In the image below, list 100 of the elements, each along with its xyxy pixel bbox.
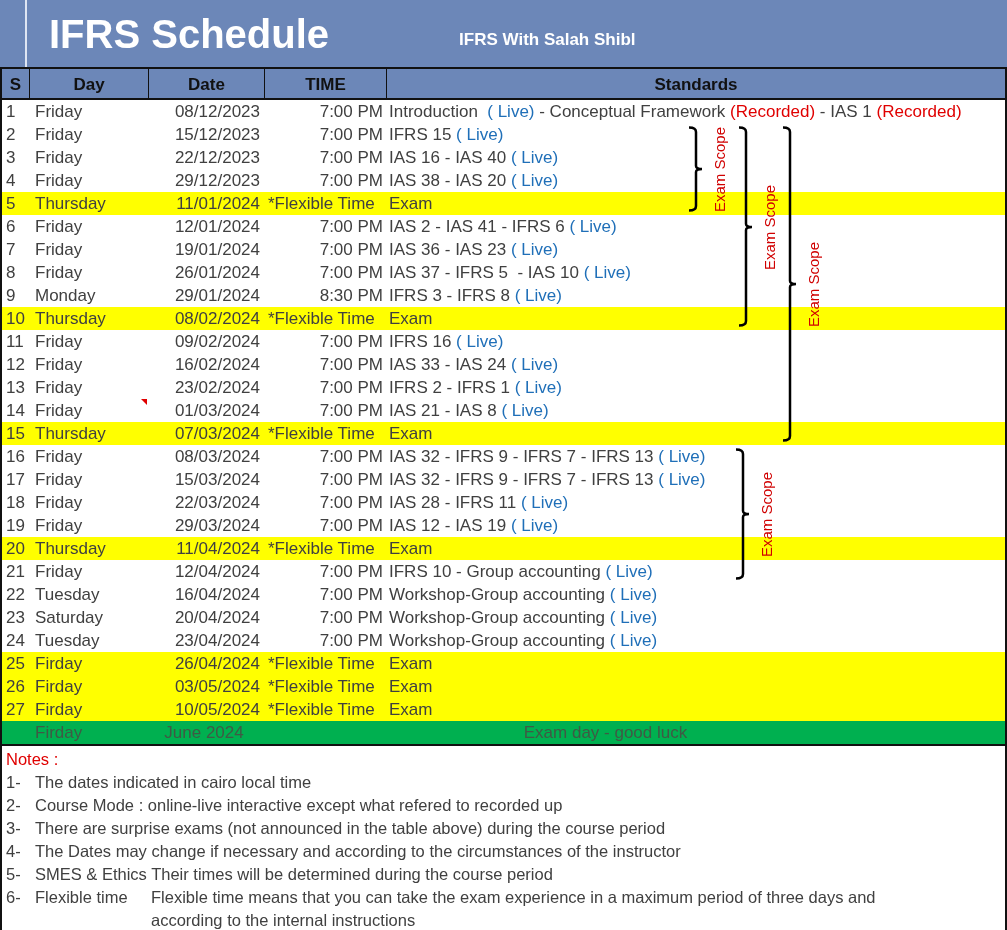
date-cell: 12/01/2024 — [174, 217, 260, 236]
standards-cell: IAS 12 - IAS 19 ( Live) — [389, 516, 559, 535]
time-cell: 7:00 PM — [319, 585, 383, 604]
day-cell: Firday — [35, 723, 83, 742]
day-cell: Friday — [35, 240, 83, 259]
row-number: 8 — [6, 263, 16, 282]
note-number: 2- — [6, 795, 22, 816]
time-cell: 7:00 PM — [319, 102, 383, 121]
day-cell: Tuesday — [35, 585, 100, 604]
date-cell: 19/01/2024 — [174, 240, 260, 259]
date-cell: 10/05/2024 — [174, 700, 260, 719]
scope-label: Exam Scope — [806, 241, 821, 327]
row-number: 15 — [6, 424, 25, 443]
row-number: 19 — [6, 516, 25, 535]
day-cell: Friday — [35, 332, 83, 351]
time-cell: 7:00 PM — [319, 148, 383, 167]
time-cell: *Flexible Time — [268, 654, 375, 673]
date-cell: June 2024 — [164, 723, 244, 742]
time-cell: 7:00 PM — [319, 171, 383, 190]
standards-cell: Exam — [389, 424, 433, 443]
day-cell: Friday — [35, 401, 83, 420]
standards-cell: IAS 36 - IAS 23 ( Live) — [389, 240, 559, 259]
day-cell: Firday — [35, 654, 83, 673]
column-header: Day — [29, 69, 148, 100]
time-cell: 7:00 PM — [319, 470, 383, 489]
row-number: 20 — [6, 539, 25, 558]
note-text: Flexible time means that you can take the exam experience in a maximum period of three days and according to the internal instructions — [151, 887, 877, 930]
date-cell: 23/04/2024 — [174, 631, 260, 650]
column-header: Standards — [386, 69, 1005, 100]
day-cell: Friday — [35, 470, 83, 489]
day-cell: Monday — [35, 286, 96, 305]
scope-label: Exam Scope — [762, 184, 777, 270]
date-cell: 08/02/2024 — [174, 309, 260, 328]
day-cell: Thursday — [35, 539, 106, 558]
row-number: 6 — [6, 217, 16, 236]
row-number: 17 — [6, 470, 25, 489]
day-cell: Tuesday — [35, 631, 100, 650]
day-cell: Thursday — [35, 309, 106, 328]
date-cell: 11/01/2024 — [176, 194, 260, 213]
note-text: There are surprise exams (not announced in the table above) during the course period — [35, 818, 666, 839]
date-cell: 29/03/2024 — [174, 516, 260, 535]
standards-cell: Workshop-Group accounting ( Live) — [389, 631, 658, 650]
date-cell: 16/04/2024 — [174, 585, 260, 604]
day-cell: Friday — [35, 171, 83, 190]
row-number: 21 — [6, 562, 25, 581]
standards-cell: Exam — [389, 309, 433, 328]
date-cell: 15/03/2024 — [174, 470, 260, 489]
day-cell: Friday — [35, 378, 83, 397]
standards-cell: Exam — [389, 700, 433, 719]
date-cell: 03/05/2024 — [174, 677, 260, 696]
note-number: 4- — [6, 841, 22, 862]
row-number: 14 — [6, 401, 25, 420]
column-header: TIME — [264, 69, 386, 100]
day-cell: Friday — [35, 562, 83, 581]
time-cell: 8:30 PM — [319, 286, 383, 305]
note-number: 6- — [6, 887, 22, 908]
row-number: 23 — [6, 608, 25, 627]
date-cell: 16/02/2024 — [174, 355, 260, 374]
standards-cell: IFRS 2 - IFRS 1 ( Live) — [389, 378, 562, 397]
time-cell: *Flexible Time — [268, 309, 375, 328]
column-header: Date — [148, 69, 264, 100]
row-number: 11 — [6, 332, 24, 351]
row-number: 10 — [6, 309, 25, 328]
time-cell: 7:00 PM — [319, 516, 383, 535]
time-cell: 7:00 PM — [319, 608, 383, 627]
notes-title: Notes : — [6, 749, 60, 770]
standards-cell: IAS 21 - IAS 8 ( Live) — [389, 401, 549, 420]
standards-cell: IAS 33 - IAS 24 ( Live) — [389, 355, 559, 374]
date-cell: 29/12/2023 — [174, 171, 260, 190]
day-cell: Firday — [35, 677, 83, 696]
date-cell: 08/12/2023 — [174, 102, 260, 121]
day-cell: Friday — [35, 516, 83, 535]
standards-cell: Exam — [389, 677, 433, 696]
standards-cell: Exam — [389, 539, 433, 558]
date-cell: 01/03/2024 — [174, 401, 260, 420]
row-number: 1 — [6, 102, 16, 121]
note-number: 5- — [6, 864, 22, 885]
date-cell: 20/04/2024 — [174, 608, 260, 627]
row-number: 13 — [6, 378, 25, 397]
day-cell: Friday — [35, 355, 83, 374]
standards-cell: Exam — [389, 654, 433, 673]
time-cell: *Flexible Time — [268, 194, 375, 213]
standards-cell: Workshop-Group accounting ( Live) — [389, 585, 658, 604]
sheet-title: IFRS Schedule — [49, 13, 330, 54]
time-cell: 7:00 PM — [319, 447, 383, 466]
row-number: 22 — [6, 585, 25, 604]
date-cell: 26/01/2024 — [174, 263, 260, 282]
standards-cell: IFRS 10 - Group accounting ( Live) — [389, 562, 653, 581]
note-text: The Dates may change if necessary and according to the circumstances of the instructor — [35, 841, 681, 862]
day-cell: Friday — [35, 263, 83, 282]
standards-cell: IAS 38 - IAS 20 ( Live) — [389, 171, 559, 190]
scope-label: Exam Scope — [759, 471, 774, 557]
time-cell: 7:00 PM — [319, 217, 383, 236]
standards-cell: IAS 37 - IFRS 5 - IAS 10 ( Live) — [389, 263, 631, 282]
scope-label: Exam Scope — [712, 126, 727, 212]
note-number: 1- — [6, 772, 22, 793]
row-number: 4 — [6, 171, 16, 190]
note-text: SMES & Ethics Their times will be determined during the course period — [35, 864, 553, 885]
date-cell: 15/12/2023 — [174, 125, 260, 144]
day-cell: Firday — [35, 700, 83, 719]
